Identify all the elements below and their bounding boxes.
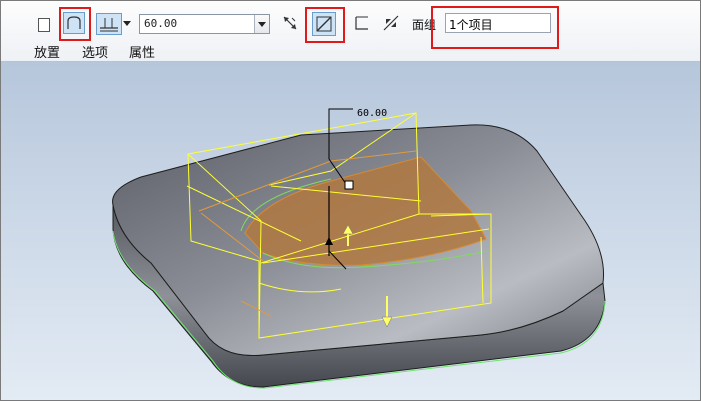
chevron-down-icon[interactable]	[254, 15, 269, 33]
thicken-icon	[355, 16, 368, 30]
tab-placement[interactable]: 放置	[34, 42, 60, 61]
thicken-sketch-button[interactable]	[352, 13, 372, 33]
graphics-viewport[interactable]: 60.00	[1, 62, 700, 400]
solid-feature-button[interactable]	[33, 13, 53, 33]
solid-icon	[38, 18, 50, 32]
dimension-value[interactable]: 60.00	[357, 108, 387, 119]
blind-depth-icon	[100, 18, 118, 32]
window: 60.00 面组 1个项目 放置 选项 属性 60.00	[0, 0, 701, 401]
flip-material-side-button[interactable]	[381, 13, 401, 33]
model-view[interactable]: 60.00	[1, 62, 700, 400]
highlight-box-remove-material	[305, 7, 345, 43]
flip-direction-button[interactable]	[280, 13, 300, 33]
depth-type-button[interactable]	[96, 13, 122, 35]
depth-value-text: 60.00	[144, 17, 178, 30]
depth-value-combo[interactable]: 60.00	[139, 14, 270, 34]
dashboard-toolbar: 60.00 面组 1个项目 放置 选项 属性	[1, 1, 700, 62]
depth-type-dropdown[interactable]	[122, 15, 132, 31]
drag-handle[interactable]	[344, 180, 354, 190]
flip-side-icon	[383, 15, 399, 31]
highlight-box-surface	[59, 7, 91, 41]
caret-down-icon	[123, 21, 131, 26]
flip-arrows-icon	[283, 16, 297, 30]
tab-options[interactable]: 选项	[82, 42, 108, 61]
tab-properties[interactable]: 属性	[129, 42, 155, 61]
highlight-box-surface-group	[431, 6, 559, 49]
